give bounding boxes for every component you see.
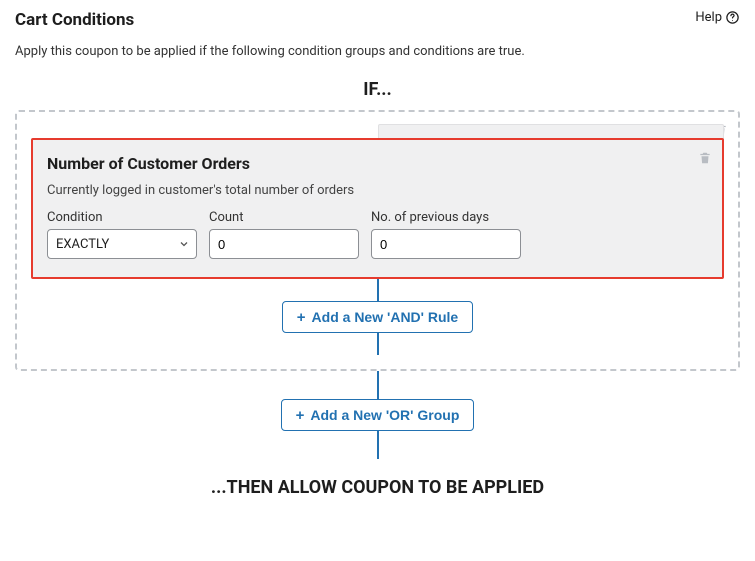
days-input[interactable] [371, 229, 521, 259]
connector-line [377, 333, 379, 355]
days-label: No. of previous days [371, 210, 521, 225]
add-and-label: Add a New 'AND' Rule [312, 309, 459, 325]
add-or-label: Add a New 'OR' Group [310, 407, 459, 423]
page-subtitle: Apply this coupon to be applied if the f… [15, 44, 740, 59]
help-icon [725, 10, 740, 25]
rule-title: Number of Customer Orders [47, 154, 708, 173]
rule-card: Number of Customer Orders Currently logg… [31, 138, 724, 279]
chevron-down-icon [178, 238, 190, 250]
connector-line [377, 371, 379, 399]
connector-line [377, 279, 379, 301]
or-group: Number of Customer Orders Currently logg… [15, 110, 740, 371]
add-and-rule-button[interactable]: + Add a New 'AND' Rule [282, 301, 473, 333]
delete-rule-icon[interactable] [698, 150, 712, 166]
condition-select[interactable]: EXACTLY [47, 229, 197, 259]
count-label: Count [209, 210, 359, 225]
condition-value: EXACTLY [56, 237, 109, 252]
connector-line [377, 431, 379, 459]
rule-description: Currently logged in customer's total num… [47, 183, 708, 198]
count-input[interactable] [209, 229, 359, 259]
add-or-group-button[interactable]: + Add a New 'OR' Group [281, 399, 475, 431]
if-label: IF... [15, 79, 740, 100]
plus-icon: + [297, 310, 306, 325]
help-label: Help [695, 10, 722, 25]
help-link[interactable]: Help [695, 10, 740, 25]
page-title: Cart Conditions [15, 10, 134, 30]
condition-label: Condition [47, 210, 197, 225]
then-label: ...THEN ALLOW COUPON TO BE APPLIED [15, 477, 740, 498]
plus-icon: + [296, 408, 305, 423]
